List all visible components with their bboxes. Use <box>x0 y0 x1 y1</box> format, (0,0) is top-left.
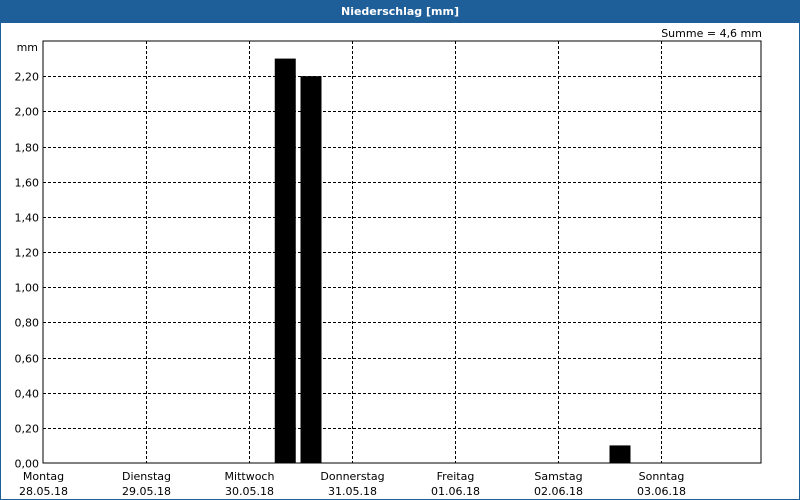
x-tick-weekday: Freitag <box>437 470 475 483</box>
x-tick-date: 28.05.18 <box>19 485 68 498</box>
x-tick-date: 02.06.18 <box>534 485 583 498</box>
y-tick-label: 1,40 <box>15 212 40 225</box>
x-tick-weekday: Donnerstag <box>320 470 384 483</box>
sum-annotation: Summe = 4,6 mm <box>661 27 762 40</box>
x-tick-date: 30.05.18 <box>225 485 274 498</box>
x-tick-date: 29.05.18 <box>122 485 171 498</box>
y-tick-label: 1,00 <box>15 282 40 295</box>
y-tick-label: 0,20 <box>15 423 40 436</box>
x-tick-weekday: Mittwoch <box>225 470 275 483</box>
y-tick-label: 0,40 <box>15 388 40 401</box>
y-tick-label: 2,00 <box>15 106 40 119</box>
y-tick-label: 1,80 <box>15 142 40 155</box>
x-tick-date: 31.05.18 <box>328 485 377 498</box>
y-tick-label: 0,80 <box>15 317 40 330</box>
y-tick-label: 1,20 <box>15 247 40 260</box>
x-tick-weekday: Dienstag <box>122 470 171 483</box>
y-tick-label: 0,00 <box>15 458 40 471</box>
x-tick-weekday: Sonntag <box>639 470 685 483</box>
y-tick-label: 2,20 <box>15 71 40 84</box>
precipitation-chart: 0,00 0,20 0,40 0,60 0,80 1,00 1,20 1,40 1,60 1,80… <box>15 27 763 498</box>
precipitation-bar <box>609 445 631 463</box>
x-tick-date: 03.06.18 <box>637 485 686 498</box>
y-tick-label: 0,60 <box>15 353 40 366</box>
x-tick-date: 01.06.18 <box>431 485 480 498</box>
chart-window: Niederschlag [mm] 0,00 0,20 0,40 0,60 0,80 1,… <box>0 0 800 500</box>
precipitation-bar <box>274 58 296 463</box>
x-tick-weekday: Montag <box>23 470 64 483</box>
y-tick-label: 1,60 <box>15 177 40 190</box>
y-axis-label: mm <box>17 41 38 54</box>
x-tick-weekday: Samstag <box>534 470 582 483</box>
precipitation-bar <box>300 76 322 464</box>
